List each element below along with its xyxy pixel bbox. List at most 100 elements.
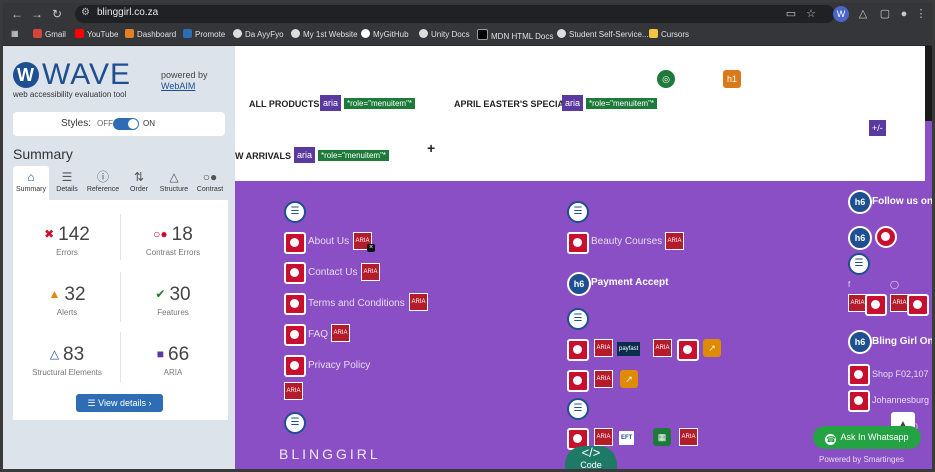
- browser-toolbar: ← → ↻ ⚙ blinggirl.co.za ▭ ☆ W △ ▢ ● ⋮: [3, 3, 932, 25]
- view-details-button[interactable]: ☰ View details ›: [76, 394, 163, 412]
- code-icon: </>: [581, 445, 601, 460]
- bookmark-dashboard[interactable]: Dashboard: [125, 29, 176, 39]
- site-info-icon[interactable]: ⚙: [81, 7, 90, 18]
- wave-tabs: ⌂ Summary ☰ Details ⓘ Reference ⇅ Order △ Str…: [13, 166, 227, 200]
- structure-icon: △: [49, 347, 60, 361]
- address-line-2: Johannesburg: [872, 395, 930, 405]
- split-view-icon[interactable]: ▢: [877, 6, 893, 22]
- aria-error-badge: ARIA: [409, 293, 428, 311]
- instagram-icon[interactable]: ◯: [890, 280, 899, 289]
- alerts-stat[interactable]: ▲ 32 Alerts: [17, 284, 117, 317]
- nav-all-products[interactable]: ALL PRODUCTS: [249, 99, 319, 109]
- footer-link-contact[interactable]: Contact Us: [308, 267, 357, 278]
- dashboard-icon: [125, 29, 134, 38]
- wave-tagline: web accessibility evaluation tool: [13, 90, 127, 99]
- aria-badge[interactable]: aria: [320, 95, 342, 111]
- styles-label: Styles:: [61, 118, 92, 129]
- divider: [120, 214, 121, 260]
- tab-summary[interactable]: ⌂ Summary: [13, 166, 49, 200]
- gmail-icon: [33, 29, 42, 38]
- footer-link-about[interactable]: About Us: [308, 236, 349, 247]
- powered-by-footer[interactable]: Powered by Smartinges: [819, 455, 904, 464]
- divider: [120, 332, 121, 382]
- globe-icon[interactable]: ◎: [657, 70, 675, 88]
- bookmark-gmail[interactable]: Gmail: [33, 29, 66, 39]
- mdn-icon: [477, 29, 488, 40]
- error-icon: [284, 324, 306, 346]
- address-bar[interactable]: ⚙ blinggirl.co.za: [75, 5, 835, 23]
- aria-error-badge: ARIA: [594, 428, 613, 446]
- styles-toggle[interactable]: [113, 118, 139, 130]
- aria-badge[interactable]: aria: [294, 147, 316, 163]
- code-toggle-button[interactable]: </> Code: [565, 446, 617, 469]
- structural-elements-stat[interactable]: △ 83 Structural Elements: [17, 344, 117, 377]
- bookmark-star-icon[interactable]: ☆: [803, 6, 819, 22]
- courses-link[interactable]: Beauty Courses: [591, 236, 662, 247]
- kebab-menu-icon[interactable]: ⋮: [913, 6, 929, 22]
- apps-grid-icon[interactable]: ▦: [11, 29, 19, 38]
- order-icon: ⇅: [133, 170, 145, 184]
- bookmark-mdn[interactable]: MDN HTML Docs: [477, 29, 553, 41]
- bookmark-da-ayyfyo[interactable]: Da AyyFyo: [233, 29, 284, 39]
- features-stat[interactable]: ✔ 30 Features: [123, 284, 223, 317]
- forward-arrow-icon[interactable]: →: [29, 6, 45, 22]
- list-icon: ☰: [284, 201, 306, 223]
- image-error-icon: [677, 339, 699, 361]
- feature-check-icon: ✔: [155, 287, 166, 301]
- nav-april-special[interactable]: APRIL EASTER'S SPECIAL: [454, 99, 570, 109]
- aria-toggle-badge[interactable]: +/-: [869, 120, 886, 136]
- list-icon: ☰: [284, 412, 306, 434]
- h1-alert-badge[interactable]: h1: [723, 70, 741, 88]
- link-error-icon: [865, 294, 887, 316]
- aria-badge[interactable]: aria: [562, 95, 584, 111]
- error-icon: [284, 262, 306, 284]
- role-menuitem-tag: *role="menuitem"*: [318, 150, 390, 161]
- bookmark-student-self-service[interactable]: Student Self-Service...: [557, 29, 649, 39]
- aria-error-badge: ARIA: [679, 428, 698, 446]
- h6-heading-badge: h6: [848, 226, 872, 250]
- h6-heading-badge: h6: [848, 330, 872, 354]
- profile-avatar-icon[interactable]: ●: [896, 6, 912, 22]
- bookmark-cursors[interactable]: Cursors: [649, 29, 689, 39]
- aria-error-badge: ARIA: [331, 324, 350, 342]
- errors-stat[interactable]: ✖ 142 Errors: [17, 224, 117, 257]
- error-icon: ✖: [44, 227, 55, 241]
- bookmark-mygithub[interactable]: MyGitHub: [361, 29, 409, 39]
- contrast-errors-stat[interactable]: ○● 18 Contrast Errors: [123, 224, 223, 257]
- aria-error-badge: ARIA: [594, 339, 613, 357]
- alert-icon: ▲: [48, 287, 61, 301]
- footer-link-terms[interactable]: Terms and Conditions: [308, 298, 405, 309]
- cast-icon[interactable]: ▭: [783, 6, 799, 22]
- bookmark-first-website[interactable]: My 1st Website: [291, 29, 358, 39]
- tab-order[interactable]: ⇅ Order: [121, 166, 157, 200]
- footer-link-privacy[interactable]: Privacy Policy: [308, 360, 370, 371]
- nav-new-arrivals[interactable]: W ARRIVALS: [235, 151, 291, 161]
- wave-extension-icon[interactable]: W: [833, 6, 849, 22]
- bookmark-promote[interactable]: Promote: [183, 29, 225, 39]
- bookmark-youtube[interactable]: YouTube: [75, 29, 118, 39]
- plus-icon[interactable]: +: [427, 140, 435, 156]
- webaim-link[interactable]: WebAIM: [161, 81, 195, 91]
- tab-details[interactable]: ☰ Details: [49, 166, 85, 200]
- promote-icon: [183, 29, 192, 38]
- role-menuitem-tag: *role="menuitem"*: [586, 98, 658, 109]
- whatsapp-button[interactable]: ☎ Ask In Whatsapp: [813, 426, 921, 449]
- brand-name: BLINGGIRL: [279, 446, 381, 462]
- facebook-icon[interactable]: f: [848, 280, 850, 289]
- footer-link-faq[interactable]: FAQ: [308, 329, 328, 340]
- back-arrow-icon[interactable]: ←: [9, 6, 25, 22]
- tab-contrast[interactable]: ○● Contrast: [192, 166, 228, 200]
- contrast-icon: ○●: [153, 227, 168, 241]
- error-icon: [284, 355, 306, 377]
- extensions-icon[interactable]: △: [855, 6, 871, 22]
- contrast-icon: ○●: [202, 170, 218, 184]
- tab-reference[interactable]: ⓘ Reference: [85, 166, 121, 200]
- reload-icon[interactable]: ↻: [49, 6, 65, 22]
- eft-logo: EFT: [619, 431, 635, 445]
- bookmark-unity-docs[interactable]: Unity Docs: [419, 29, 470, 39]
- globe-icon: [233, 29, 242, 38]
- aria-stat[interactable]: ■ 66 ARIA: [123, 344, 223, 377]
- list-icon: ☰: [567, 398, 589, 420]
- browser-window: ← → ↻ ⚙ blinggirl.co.za ▭ ☆ W △ ▢ ● ⋮ ▦ …: [3, 3, 932, 469]
- tab-structure[interactable]: △ Structure: [156, 166, 192, 200]
